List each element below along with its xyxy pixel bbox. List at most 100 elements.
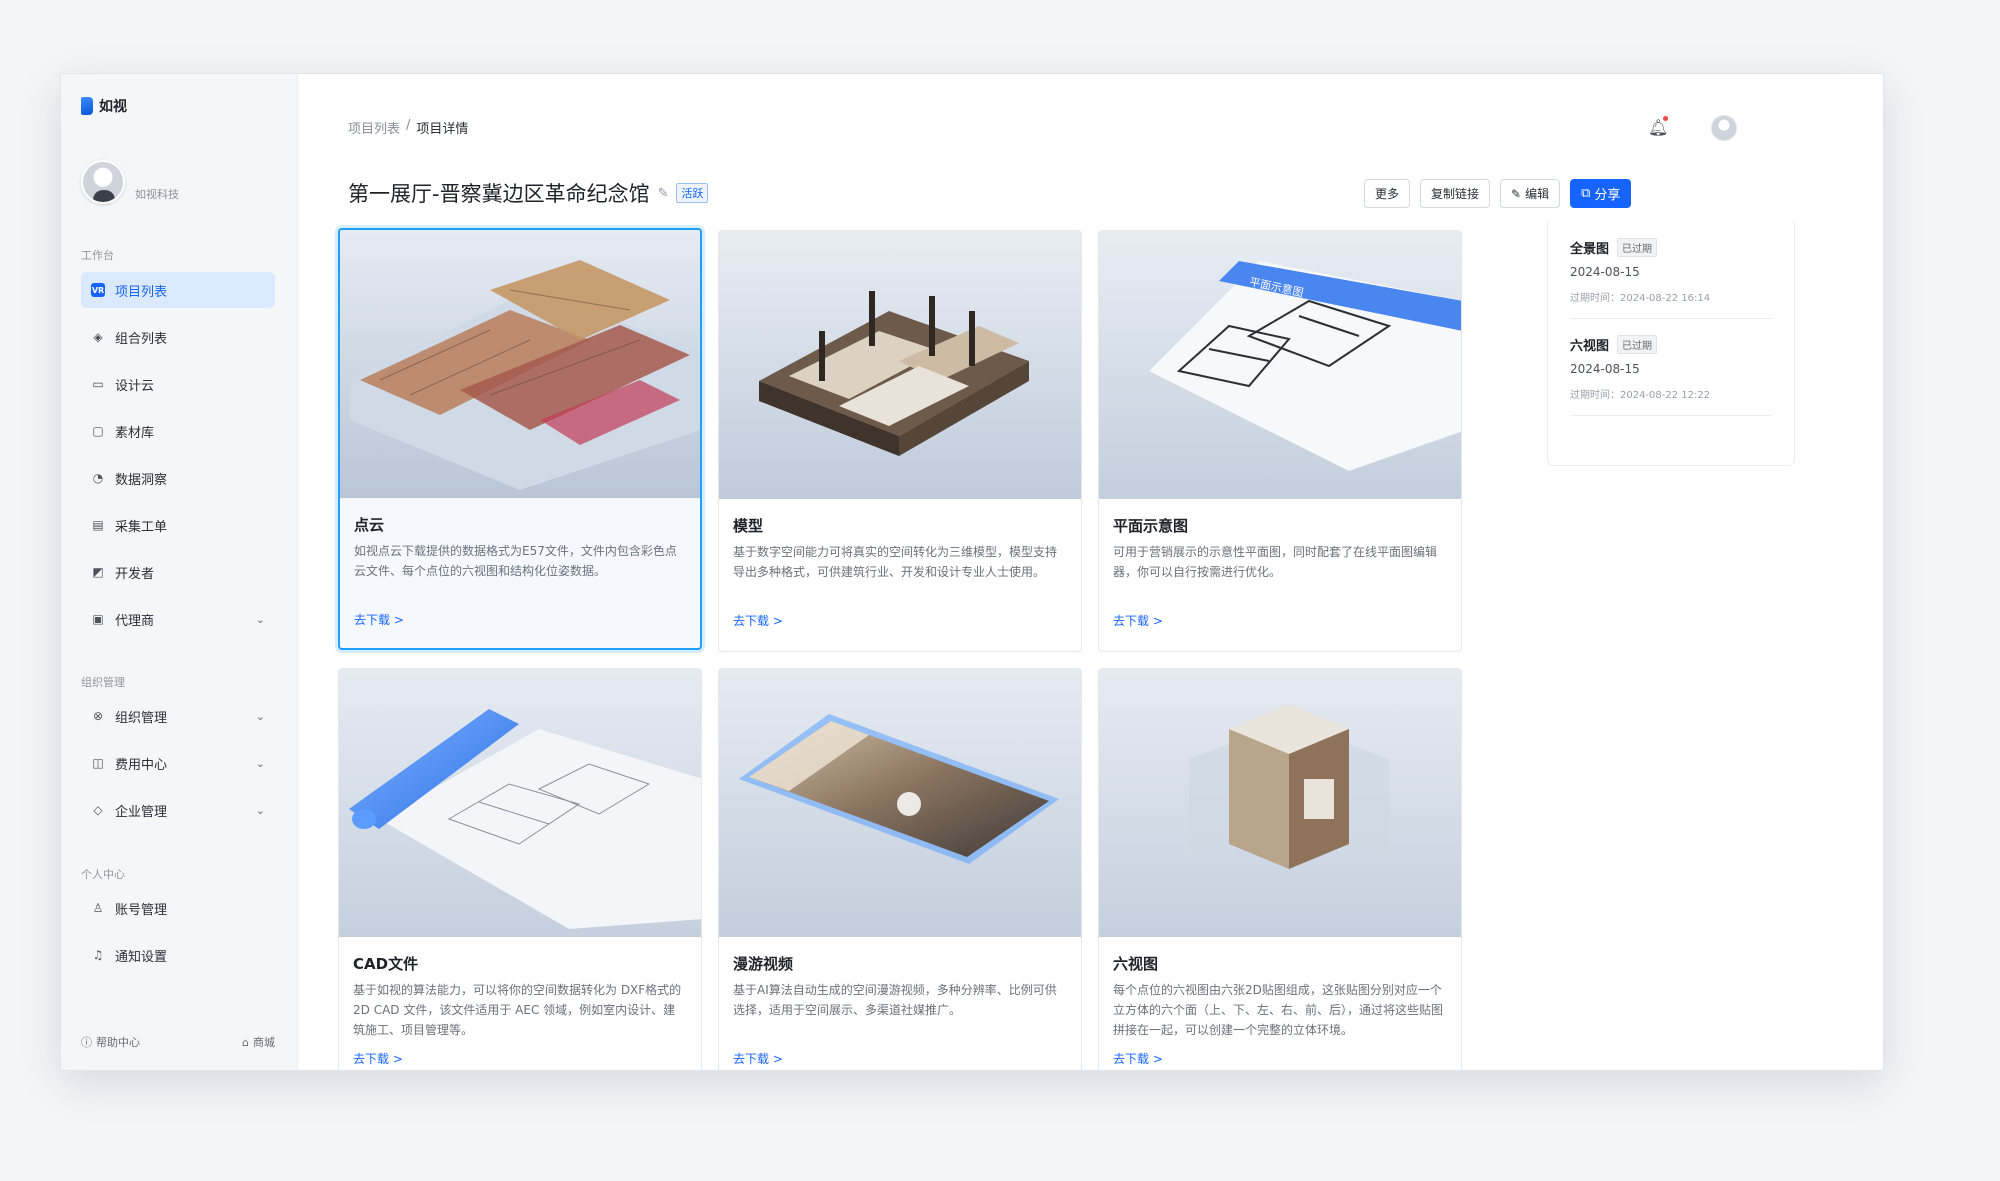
card-point-cloud[interactable]: 点云 如视点云下载提供的数据格式为E57文件，文件内包含彩色点云文件、每个点位的… [338,228,702,650]
breadcrumb-separator: / [406,118,411,133]
history-item-date: 2024-08-15 [1570,265,1640,279]
card-title: 点云 [354,516,385,534]
card-description: 如视点云下载提供的数据格式为E57文件，文件内包含彩色点云文件、每个点位的六视图… [354,544,677,578]
chevron-down-icon: ⌄ [255,756,265,770]
store-link[interactable]: ⌂ 商城 [242,1034,275,1050]
card-cad[interactable]: CAD文件 基于如视的算法能力，可以将你的空间数据转化为 DXF格式的 2D C… [338,668,702,1070]
chart-icon: ◔ [92,471,104,485]
card-tour-video[interactable]: 漫游视频 基于AI算法自动生成的空间漫游视频，多种分辨率、比例可供选择，适用于空… [718,668,1082,1070]
main-content: 项目列表 / 项目详情 🔔︎ 第一展厅-晋察冀边区革命纪念馆 ✎ 活跃 更多 复… [298,74,1883,1070]
help-icon: ⓘ [81,1036,92,1049]
folder-icon: ▢ [92,424,104,438]
history-item: 六视图 已过期 2024-08-15 过期时间：2024-08-22 12:22 [1570,319,1772,416]
sidebar-item-billing[interactable]: ◫ 费用中心 ⌄ [81,745,275,781]
sidebar-item-developer[interactable]: ◩ 开发者 [81,554,275,590]
design-icon: ▭ [92,377,104,391]
card-description: 基于数字空间能力可将真实的空间转化为三维模型，模型支持导出多种格式，可供建筑行业… [733,545,1058,579]
store-icon: ⌂ [242,1035,249,1049]
help-center-label: 帮助中心 [96,1036,140,1049]
download-link[interactable]: 去下载 > [733,612,783,629]
notification-bell-icon[interactable]: 🔔︎ [1648,116,1668,138]
history-item-expire: 过期时间：2024-08-22 12:22 [1570,390,1711,401]
logo-icon [81,97,93,115]
sidebar-item-label: 组织管理 [115,710,168,726]
cad-thumbnail [339,669,701,937]
edit-label: 编辑 [1525,187,1550,201]
history-item: 全景图 已过期 2024-08-15 过期时间：2024-08-22 16:14 [1570,222,1772,319]
notification-dot [1663,116,1668,121]
edit-title-icon[interactable]: ✎ [658,186,669,201]
page-title: 第一展厅-晋察冀边区革命纪念馆 [348,182,650,206]
card-title: 模型 [733,517,764,535]
status-badge: 已过期 [1617,238,1658,257]
sidebar-item-org-management[interactable]: ⊗ 组织管理 ⌄ [81,698,275,734]
user-icon: ♙ [92,901,104,915]
avatar[interactable] [81,160,125,204]
help-center-link[interactable]: ⓘ 帮助中心 [81,1034,140,1050]
profile[interactable]: 如视科技 [81,160,179,204]
action-bar: 更多 复制链接 ✎ 编辑 ⧉ 分享 [1364,179,1632,208]
history-item-date: 2024-08-15 [1570,362,1640,376]
app-logo[interactable]: 如视 [81,96,127,116]
sidebar-item-label: 账号管理 [115,902,168,918]
sidebar-item-label: 采集工单 [115,519,168,535]
history-item-expire: 过期时间：2024-08-22 16:14 [1570,293,1711,304]
point-cloud-thumbnail [340,230,700,498]
sidebar-item-label: 数据洞察 [115,472,168,488]
shield-icon: ◇ [93,803,103,817]
share-icon: ⧉ [1581,186,1591,201]
card-title: 平面示意图 [1113,517,1189,535]
sidebar-item-work-orders[interactable]: ▤ 采集工单 [81,507,275,543]
download-history-panel: 全景图 已过期 2024-08-15 过期时间：2024-08-22 16:14… [1547,222,1795,466]
logo-text: 如视 [99,99,127,115]
card-description: 基于AI算法自动生成的空间漫游视频，多种分辨率、比例可供选择，适用于空间展示、多… [733,983,1057,1017]
card-model[interactable]: 模型 基于数字空间能力可将真实的空间转化为三维模型，模型支持导出多种格式，可供建… [718,230,1082,652]
sidebar-item-insights[interactable]: ◔ 数据洞察 [81,460,275,496]
sidebar-item-notifications[interactable]: ♫ 通知设置 [81,937,275,973]
floor-plan-thumbnail: 平面示意图 [1099,231,1461,499]
sidebar-item-assets[interactable]: ▢ 素材库 [81,413,275,449]
status-badge: 已过期 [1617,335,1658,354]
sidebar-item-combo-list[interactable]: ◈ 组合列表 [81,319,275,355]
more-button[interactable]: 更多 [1364,179,1411,208]
sidebar-item-label: 费用中心 [115,757,168,773]
card-description: 可用于营销展示的示意性平面图，同时配套了在线平面图编辑器，你可以自行按需进行优化… [1113,545,1438,579]
chevron-down-icon: ⌄ [255,612,265,626]
model-thumbnail [719,231,1081,499]
chevron-down-icon: ⌄ [255,709,265,723]
download-link[interactable]: 去下载 > [1113,612,1163,629]
copy-link-button[interactable]: 复制链接 [1420,179,1491,208]
download-link[interactable]: 去下载 > [354,611,404,628]
download-link[interactable]: 去下载 > [733,1050,783,1067]
edit-button[interactable]: ✎ 编辑 [1500,179,1561,208]
history-item-title: 六视图 [1570,339,1610,354]
sidebar-item-project-list[interactable]: VR 项目列表 [81,272,275,308]
card-floor-plan[interactable]: 平面示意图 平面示意图 可用于营销展示的示意性平面图，同时配套了在线平面图编辑器… [1098,230,1462,652]
tour-video-thumbnail [719,669,1081,937]
org-icon: ⊗ [92,709,104,723]
breadcrumb-current: 项目详情 [416,122,469,137]
bell-icon: ♫ [92,948,104,962]
share-button[interactable]: ⧉ 分享 [1570,179,1632,208]
sidebar-item-design-cloud[interactable]: ▭ 设计云 [81,366,275,402]
download-link[interactable]: 去下载 > [353,1050,403,1067]
breadcrumb-parent[interactable]: 项目列表 [348,118,400,137]
section-label-org: 组织管理 [81,676,125,689]
sidebar-item-enterprise[interactable]: ◇ 企业管理 ⌄ [81,792,275,828]
document-icon: ▤ [92,518,104,532]
title-row: 第一展厅-晋察冀边区革命纪念馆 ✎ 活跃 [348,178,709,208]
sidebar-item-account[interactable]: ♙ 账号管理 [81,890,275,926]
chevron-down-icon: ⌄ [255,803,265,817]
company-name: 如视科技 [135,188,179,201]
sidebar-item-label: 组合列表 [115,331,168,347]
history-item-title: 全景图 [1570,242,1610,257]
status-badge: 活跃 [676,183,709,203]
sidebar-item-label: 开发者 [115,566,155,582]
sidebar: 如视 如视科技 工作台 VR 项目列表 ◈ 组合列表 ▭ 设计云 ▢ 素材库 ◔… [61,74,298,1070]
user-avatar[interactable] [1711,115,1737,141]
breadcrumb: 项目列表 / 项目详情 [348,118,468,137]
download-link[interactable]: 去下载 > [1113,1050,1163,1067]
card-six-view[interactable]: 六视图 每个点位的六视图由六张2D贴图组成，这张贴图分别对应一个立方体的六个面（… [1098,668,1462,1070]
sidebar-item-agent[interactable]: ▣ 代理商 ⌄ [81,601,275,637]
edit-icon: ✎ [1511,186,1522,201]
